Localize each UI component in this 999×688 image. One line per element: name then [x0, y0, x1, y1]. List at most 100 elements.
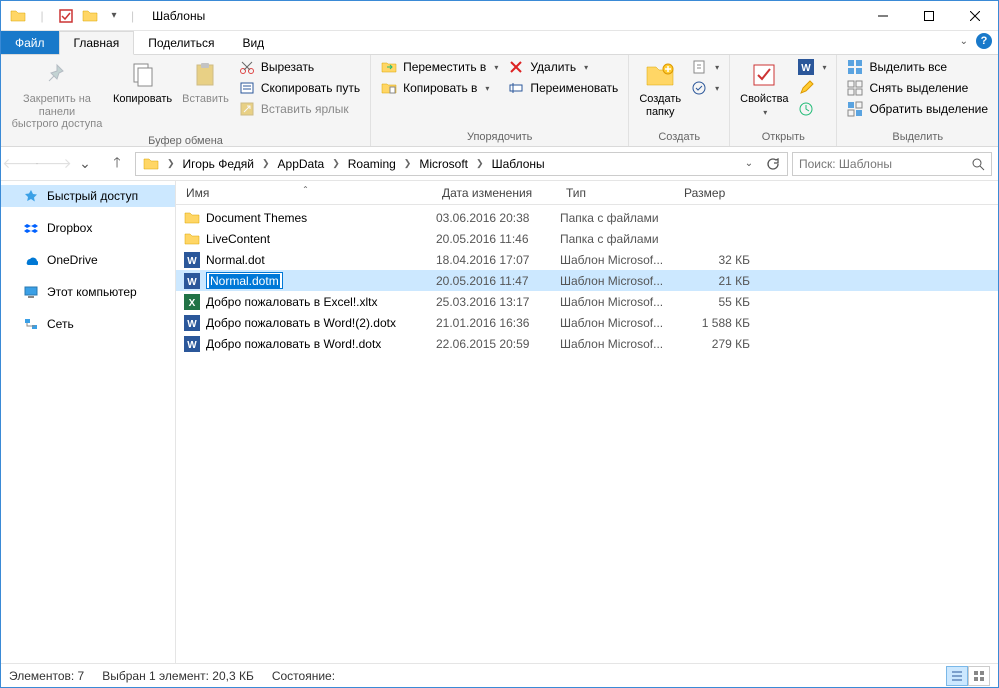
column-headers: Имя ⌃ Дата изменения Тип Размер	[176, 181, 998, 205]
easy-access-button[interactable]: ▾	[687, 78, 723, 98]
open-with-button[interactable]: W▾	[794, 57, 830, 77]
sidebar-quick-label: Быстрый доступ	[47, 189, 138, 203]
new-folder-button[interactable]: Создать папку	[635, 57, 685, 120]
view-icons-button[interactable]	[968, 666, 990, 686]
search-input[interactable]: Поиск: Шаблоны	[792, 152, 992, 176]
column-name[interactable]: Имя ⌃	[176, 186, 436, 200]
file-name-cell[interactable]: Document Themes	[176, 210, 436, 226]
pin-icon	[41, 59, 73, 91]
sidebar-thispc[interactable]: Этот компьютер	[1, 281, 175, 303]
file-type: Папка с файлами	[560, 211, 678, 225]
properties-button[interactable]: Свойства▾	[736, 57, 792, 120]
cut-button[interactable]: Вырезать	[235, 57, 364, 77]
column-type[interactable]: Тип	[560, 186, 678, 200]
minimize-button[interactable]	[860, 1, 906, 31]
forward-button[interactable]: 🡒	[39, 152, 67, 176]
tab-home[interactable]: Главная	[59, 31, 135, 55]
qat-properties-icon[interactable]	[55, 5, 77, 27]
copy-path-icon	[239, 80, 255, 96]
ribbon: Закрепить на панели быстрого доступа Коп…	[1, 55, 998, 147]
address-bar[interactable]: ❯ Игорь Федяй ❯ AppData ❯ Roaming ❯ Micr…	[135, 152, 788, 176]
paste-icon	[189, 59, 221, 91]
maximize-button[interactable]	[906, 1, 952, 31]
tab-view[interactable]: Вид	[228, 31, 278, 54]
file-name: Добро пожаловать в Excel!.xltx	[206, 295, 378, 309]
breadcrumb-2[interactable]: Roaming	[343, 157, 401, 171]
view-toggle	[946, 666, 990, 686]
file-row[interactable]: WДобро пожаловать в Word!.dotx22.06.2015…	[176, 333, 998, 354]
sidebar-quick-access[interactable]: Быстрый доступ	[1, 185, 175, 207]
view-details-button[interactable]	[946, 666, 968, 686]
chevron-right-icon[interactable]: ❯	[259, 158, 273, 169]
history-button[interactable]	[794, 99, 830, 119]
ribbon-collapse-icon[interactable]: ⌄	[960, 36, 968, 47]
file-name-cell[interactable]: WДобро пожаловать в Word!(2).dotx	[176, 315, 436, 331]
rename-input[interactable]: Normal.dotm	[206, 272, 283, 289]
help-icon[interactable]: ?	[976, 33, 992, 49]
breadcrumb-3[interactable]: Microsoft	[414, 157, 473, 171]
chevron-right-icon[interactable]: ❯	[473, 158, 487, 169]
file-name-cell[interactable]: LiveContent	[176, 231, 436, 247]
rename-button[interactable]: Переименовать	[504, 78, 622, 98]
file-name-cell[interactable]: WNormal.dotm	[176, 272, 436, 289]
back-button[interactable]: 🡐	[7, 152, 35, 176]
file-row[interactable]: Document Themes03.06.2016 20:38Папка с ф…	[176, 207, 998, 228]
delete-button[interactable]: Удалить▾	[504, 57, 622, 77]
file-row[interactable]: WДобро пожаловать в Word!(2).dotx21.01.2…	[176, 312, 998, 333]
paste-shortcut-button[interactable]: Вставить ярлык	[235, 99, 364, 119]
file-date: 20.05.2016 11:47	[436, 274, 560, 288]
select-none-button[interactable]: Снять выделение	[843, 78, 992, 98]
dropbox-icon	[23, 220, 39, 236]
tab-share[interactable]: Поделиться	[134, 31, 228, 54]
address-root-icon[interactable]	[138, 156, 164, 172]
column-size[interactable]: Размер	[678, 186, 758, 200]
select-all-label: Выделить все	[869, 60, 947, 74]
sidebar-network[interactable]: Сеть	[1, 313, 175, 335]
paste-label: Вставить	[182, 93, 229, 106]
scissors-icon	[239, 59, 255, 75]
chevron-right-icon[interactable]: ❯	[164, 158, 178, 169]
history-dropdown[interactable]: ⌄	[71, 152, 99, 176]
copy-button[interactable]: Копировать	[109, 57, 176, 108]
file-row[interactable]: WNormal.dot18.04.2016 17:07Шаблон Micros…	[176, 249, 998, 270]
network-icon	[23, 316, 39, 332]
chevron-right-icon[interactable]: ❯	[401, 158, 415, 169]
file-type: Шаблон Microsof...	[560, 274, 678, 288]
copy-path-button[interactable]: Скопировать путь	[235, 78, 364, 98]
file-row[interactable]: LiveContent20.05.2016 11:46Папка с файла…	[176, 228, 998, 249]
pin-button[interactable]: Закрепить на панели быстрого доступа	[7, 57, 107, 133]
file-name-cell[interactable]: WNormal.dot	[176, 252, 436, 268]
file-size: 279 КБ	[678, 337, 758, 351]
move-to-button[interactable]: Переместить в▾	[377, 57, 502, 77]
breadcrumb-1[interactable]: AppData	[273, 157, 330, 171]
breadcrumb-0[interactable]: Игорь Федяй	[178, 157, 259, 171]
sidebar-dropbox[interactable]: Dropbox	[1, 217, 175, 239]
up-button[interactable]: 🡑	[103, 152, 131, 176]
sidebar-onedrive[interactable]: OneDrive	[1, 249, 175, 271]
title-separator: |	[127, 9, 138, 23]
copy-icon	[127, 59, 159, 91]
column-date[interactable]: Дата изменения	[436, 186, 560, 200]
address-dropdown-icon[interactable]: ⌄	[737, 153, 761, 175]
file-name-cell[interactable]: X Добро пожаловать в Excel!.xltx	[176, 294, 436, 310]
file-name-cell[interactable]: WДобро пожаловать в Word!.dotx	[176, 336, 436, 352]
qat-dropdown-icon[interactable]: ▾	[103, 5, 125, 27]
folder-icon	[184, 231, 200, 247]
invert-selection-button[interactable]: Обратить выделение	[843, 99, 992, 119]
copy-to-button[interactable]: Копировать в▾	[377, 78, 502, 98]
chevron-right-icon[interactable]: ❯	[329, 158, 343, 169]
file-row[interactable]: WNormal.dotm20.05.2016 11:47Шаблон Micro…	[176, 270, 998, 291]
edit-button[interactable]	[794, 78, 830, 98]
new-item-button[interactable]: ▾	[687, 57, 723, 77]
tab-file[interactable]: Файл	[1, 31, 59, 54]
excel-icon: X	[184, 294, 200, 310]
search-icon[interactable]	[971, 157, 985, 171]
qat-separator: |	[31, 5, 53, 27]
close-button[interactable]	[952, 1, 998, 31]
paste-button[interactable]: Вставить	[178, 57, 233, 108]
refresh-button[interactable]	[761, 153, 785, 175]
select-all-button[interactable]: Выделить все	[843, 57, 992, 77]
breadcrumb-4[interactable]: Шаблоны	[487, 157, 550, 171]
sidebar-dropbox-label: Dropbox	[47, 221, 92, 235]
file-row[interactable]: XДобро пожаловать в Excel!.xltx25.03.201…	[176, 291, 998, 312]
